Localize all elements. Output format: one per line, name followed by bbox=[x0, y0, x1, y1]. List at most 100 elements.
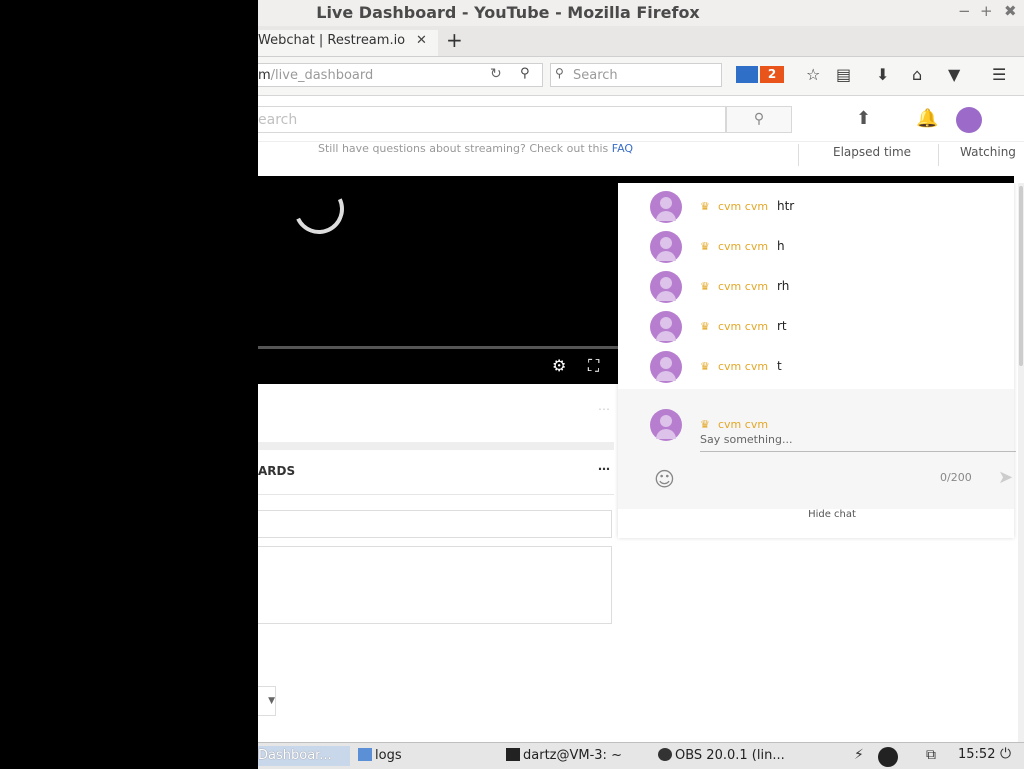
chat-message: ♛ cvm cvm t bbox=[650, 351, 1000, 387]
obs-icon bbox=[658, 748, 672, 761]
hamburger-menu-icon[interactable]: ☰ bbox=[992, 65, 1006, 84]
elapsed-time-label: Elapsed time bbox=[833, 145, 912, 159]
chat-message: ♛ cvm cvm htr bbox=[650, 191, 1000, 227]
taskbar-item-label: dartz@VM-3: ~ bbox=[523, 748, 622, 763]
chat-text: rh bbox=[777, 279, 790, 293]
upload-icon[interactable]: ⬆ bbox=[856, 108, 871, 129]
faq-link[interactable]: FAQ bbox=[612, 142, 633, 155]
url-text: m/live_dashboard bbox=[258, 68, 374, 83]
youtube-search-button[interactable]: ⚲ bbox=[726, 106, 792, 133]
url-search-icon[interactable]: ⚲ bbox=[520, 66, 530, 81]
hide-chat-button[interactable]: Hide chat bbox=[618, 509, 1024, 520]
dropdown-arrow-icon[interactable]: ▼ bbox=[258, 686, 276, 716]
bookmarks-menu-icon[interactable]: ▤ bbox=[836, 65, 851, 84]
url-bar[interactable]: m/live_dashboard ↻ ⚲ bbox=[258, 63, 543, 87]
loading-spinner-icon bbox=[286, 176, 352, 242]
tab-webchat-restream[interactable]: Webchat | Restream.io ✕ bbox=[258, 30, 438, 56]
taskbar-item-terminal[interactable]: dartz@VM-3: ~ bbox=[506, 746, 622, 766]
taskbar-item-logs[interactable]: logs bbox=[358, 746, 402, 766]
maximize-button[interactable]: + bbox=[980, 2, 993, 20]
notifications-bell-icon[interactable]: 🔔 bbox=[916, 108, 938, 129]
chat-author[interactable]: cvm cvm bbox=[718, 240, 768, 253]
divider bbox=[798, 144, 799, 166]
chat-message: ♛ cvm cvm rt bbox=[650, 311, 1000, 347]
account-avatar[interactable] bbox=[956, 107, 982, 133]
drag-handle-icon[interactable]: ⋯ bbox=[598, 402, 610, 416]
network-icon[interactable]: ⚡ bbox=[854, 747, 864, 763]
search-icon: ⚲ bbox=[555, 66, 564, 80]
text-field[interactable] bbox=[258, 510, 612, 538]
pocket-icon[interactable]: ▼ bbox=[948, 65, 960, 84]
home-icon[interactable]: ⌂ bbox=[912, 65, 922, 84]
cards-panel: ARDS ⋯ bbox=[258, 452, 614, 495]
mail-icon[interactable] bbox=[736, 66, 758, 83]
power-icon[interactable]: ⏻ bbox=[1000, 746, 1011, 762]
reload-icon[interactable]: ↻ bbox=[490, 66, 502, 82]
tab-close-icon[interactable]: ✕ bbox=[416, 30, 427, 52]
live-chat-panel: ♛ cvm cvm htr ♛ cvm cvm h ♛ cvm cvm rh ♛… bbox=[618, 183, 1016, 538]
minimize-button[interactable]: − bbox=[958, 2, 971, 20]
terminal-icon bbox=[506, 748, 520, 761]
folder-icon bbox=[358, 748, 372, 761]
video-progress-bar[interactable] bbox=[258, 346, 618, 349]
youtube-search-input[interactable]: earch bbox=[258, 106, 726, 133]
avatar bbox=[650, 351, 682, 383]
chat-author[interactable]: cvm cvm bbox=[718, 280, 768, 293]
close-window-button[interactable]: ✖ bbox=[1004, 2, 1017, 20]
taskbar: Dashboar... logs dartz@VM-3: ~ OBS 20.0.… bbox=[258, 742, 1024, 769]
dashboard-panel: ⋯ bbox=[258, 390, 614, 450]
fullscreen-icon[interactable]: ⛶ bbox=[588, 356, 599, 376]
taskbar-item-dashboard[interactable]: Dashboar... bbox=[258, 746, 350, 766]
avatar bbox=[650, 271, 682, 303]
avatar bbox=[650, 231, 682, 263]
mail-count-badge[interactable]: 2 bbox=[760, 66, 784, 83]
taskbar-item-label: Dashboar... bbox=[258, 748, 332, 763]
search-bar[interactable]: ⚲ Search bbox=[550, 63, 722, 87]
firefox-window: Live Dashboard - YouTube - Mozilla Firef… bbox=[258, 0, 1024, 742]
chat-message: ♛ cvm cvm h bbox=[650, 231, 1000, 267]
title-bar: Live Dashboard - YouTube - Mozilla Firef… bbox=[258, 0, 1024, 26]
owner-crown-icon: ♛ bbox=[700, 240, 710, 253]
chat-author[interactable]: cvm cvm bbox=[718, 200, 768, 213]
chat-input[interactable]: Say something... bbox=[700, 433, 1016, 452]
settings-gear-icon[interactable]: ⚙ bbox=[552, 356, 566, 375]
scrollbar-thumb[interactable] bbox=[1019, 186, 1023, 366]
owner-crown-icon: ♛ bbox=[700, 360, 710, 373]
chat-text: htr bbox=[777, 199, 795, 213]
clock[interactable]: 15:52 bbox=[958, 747, 995, 762]
send-icon[interactable]: ➤ bbox=[998, 467, 1013, 488]
avatar bbox=[650, 191, 682, 223]
owner-crown-icon: ♛ bbox=[700, 418, 710, 431]
text-area[interactable] bbox=[258, 546, 612, 624]
taskbar-item-obs[interactable]: OBS 20.0.1 (lin... bbox=[658, 746, 785, 766]
search-placeholder: Search bbox=[573, 68, 618, 83]
watching-label: Watching bbox=[960, 145, 1016, 159]
tab-bar: Webchat | Restream.io ✕ + bbox=[258, 26, 1024, 57]
divider bbox=[938, 144, 939, 166]
downloads-icon[interactable]: ⬇ bbox=[876, 65, 889, 84]
chat-text: t bbox=[777, 359, 782, 373]
avatar bbox=[650, 409, 682, 441]
window-title: Live Dashboard - YouTube - Mozilla Firef… bbox=[316, 3, 700, 22]
composer-author: cvm cvm bbox=[718, 418, 769, 431]
new-tab-button[interactable]: + bbox=[446, 28, 463, 52]
drag-handle-icon[interactable]: ⋯ bbox=[598, 462, 610, 476]
char-counter: 0/200 bbox=[940, 471, 972, 484]
stream-info-strip: Still have questions about streaming? Ch… bbox=[258, 141, 1024, 176]
chat-author[interactable]: cvm cvm bbox=[718, 360, 768, 373]
chat-author[interactable]: cvm cvm bbox=[718, 320, 768, 333]
display-icon[interactable]: ⧉ bbox=[926, 747, 936, 763]
faq-text: Still have questions about streaming? Ch… bbox=[318, 142, 634, 155]
chat-text: h bbox=[777, 239, 785, 253]
tab-label: Webchat | Restream.io bbox=[258, 33, 406, 48]
chat-message: ♛ cvm cvm rh bbox=[650, 271, 1000, 307]
owner-crown-icon: ♛ bbox=[700, 280, 710, 293]
avatar bbox=[650, 311, 682, 343]
bookmark-star-icon[interactable]: ☆ bbox=[806, 65, 820, 84]
taskbar-item-label: logs bbox=[375, 748, 402, 763]
owner-crown-icon: ♛ bbox=[700, 320, 710, 333]
navigation-toolbar: m/live_dashboard ↻ ⚲ ⚲ Search 2 ☆ ▤ ⬇ ⌂ … bbox=[258, 57, 1024, 96]
taskbar-item-label: OBS 20.0.1 (lin... bbox=[675, 748, 785, 763]
emoji-icon[interactable]: ☺ bbox=[654, 467, 675, 491]
obs-tray-icon[interactable] bbox=[878, 747, 898, 767]
